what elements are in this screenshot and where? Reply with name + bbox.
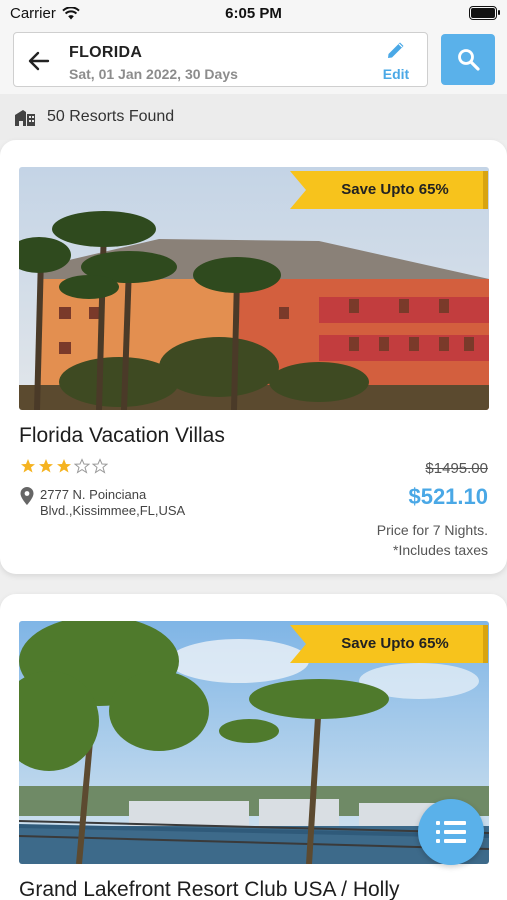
location-pin-icon: [20, 487, 34, 505]
building-icon: [15, 110, 35, 126]
taxes-note: *Includes taxes: [393, 542, 488, 558]
price-note: Price for 7 Nights. *Includes taxes: [377, 520, 488, 560]
discount-label: Save Upto 65%: [341, 181, 449, 198]
search-location: FLORIDA: [69, 44, 143, 61]
star-filled-icon: [57, 459, 71, 473]
results-count: 50 Resorts Found: [47, 108, 175, 125]
resort-card[interactable]: Save Upto 65% Florida Vacation Villas 27…: [0, 140, 507, 574]
battery-icon: [469, 6, 500, 20]
star-filled-icon: [21, 459, 35, 473]
discounted-price: $521.10: [408, 484, 488, 509]
address-line-2: Blvd.,Kissimmee,FL,USA: [40, 503, 186, 518]
star-filled-icon: [39, 459, 53, 473]
address-line-1: 2777 N. Poinciana: [40, 487, 147, 502]
search-icon: [458, 49, 480, 71]
star-rating: [20, 458, 108, 474]
status-bar: Carrier 6:05 PM: [0, 0, 507, 26]
pencil-icon: [388, 42, 404, 58]
edit-label: Edit: [382, 66, 410, 82]
star-empty-icon: [74, 458, 90, 474]
discount-ribbon: Save Upto 65%: [290, 171, 488, 209]
price-nights-note: Price for 7 Nights.: [376, 522, 488, 538]
status-time: 6:05 PM: [225, 5, 282, 22]
discount-ribbon: Save Upto 65%: [290, 625, 488, 663]
list-icon: [436, 821, 466, 843]
search-header: FLORIDA Sat, 01 Jan 2022, 30 Days Edit: [0, 26, 507, 94]
list-view-button[interactable]: [418, 799, 484, 865]
search-button[interactable]: [441, 34, 495, 85]
back-arrow-icon[interactable]: [26, 48, 52, 74]
discount-label: Save Upto 65%: [341, 635, 449, 652]
search-dates: Sat, 01 Jan 2022, 30 Days: [69, 66, 238, 82]
resort-address: 2777 N. Poinciana Blvd.,Kissimmee,FL,USA: [20, 487, 185, 519]
original-price: $1495.00: [425, 460, 488, 477]
search-summary-box[interactable]: FLORIDA Sat, 01 Jan 2022, 30 Days Edit: [13, 32, 428, 87]
edit-search-button[interactable]: Edit: [379, 39, 413, 82]
resort-name[interactable]: Grand Lakefront Resort Club USA / Holly: [19, 878, 400, 900]
resort-name[interactable]: Florida Vacation Villas: [19, 424, 225, 448]
star-empty-icon: [92, 458, 108, 474]
results-bar: 50 Resorts Found: [0, 94, 507, 140]
